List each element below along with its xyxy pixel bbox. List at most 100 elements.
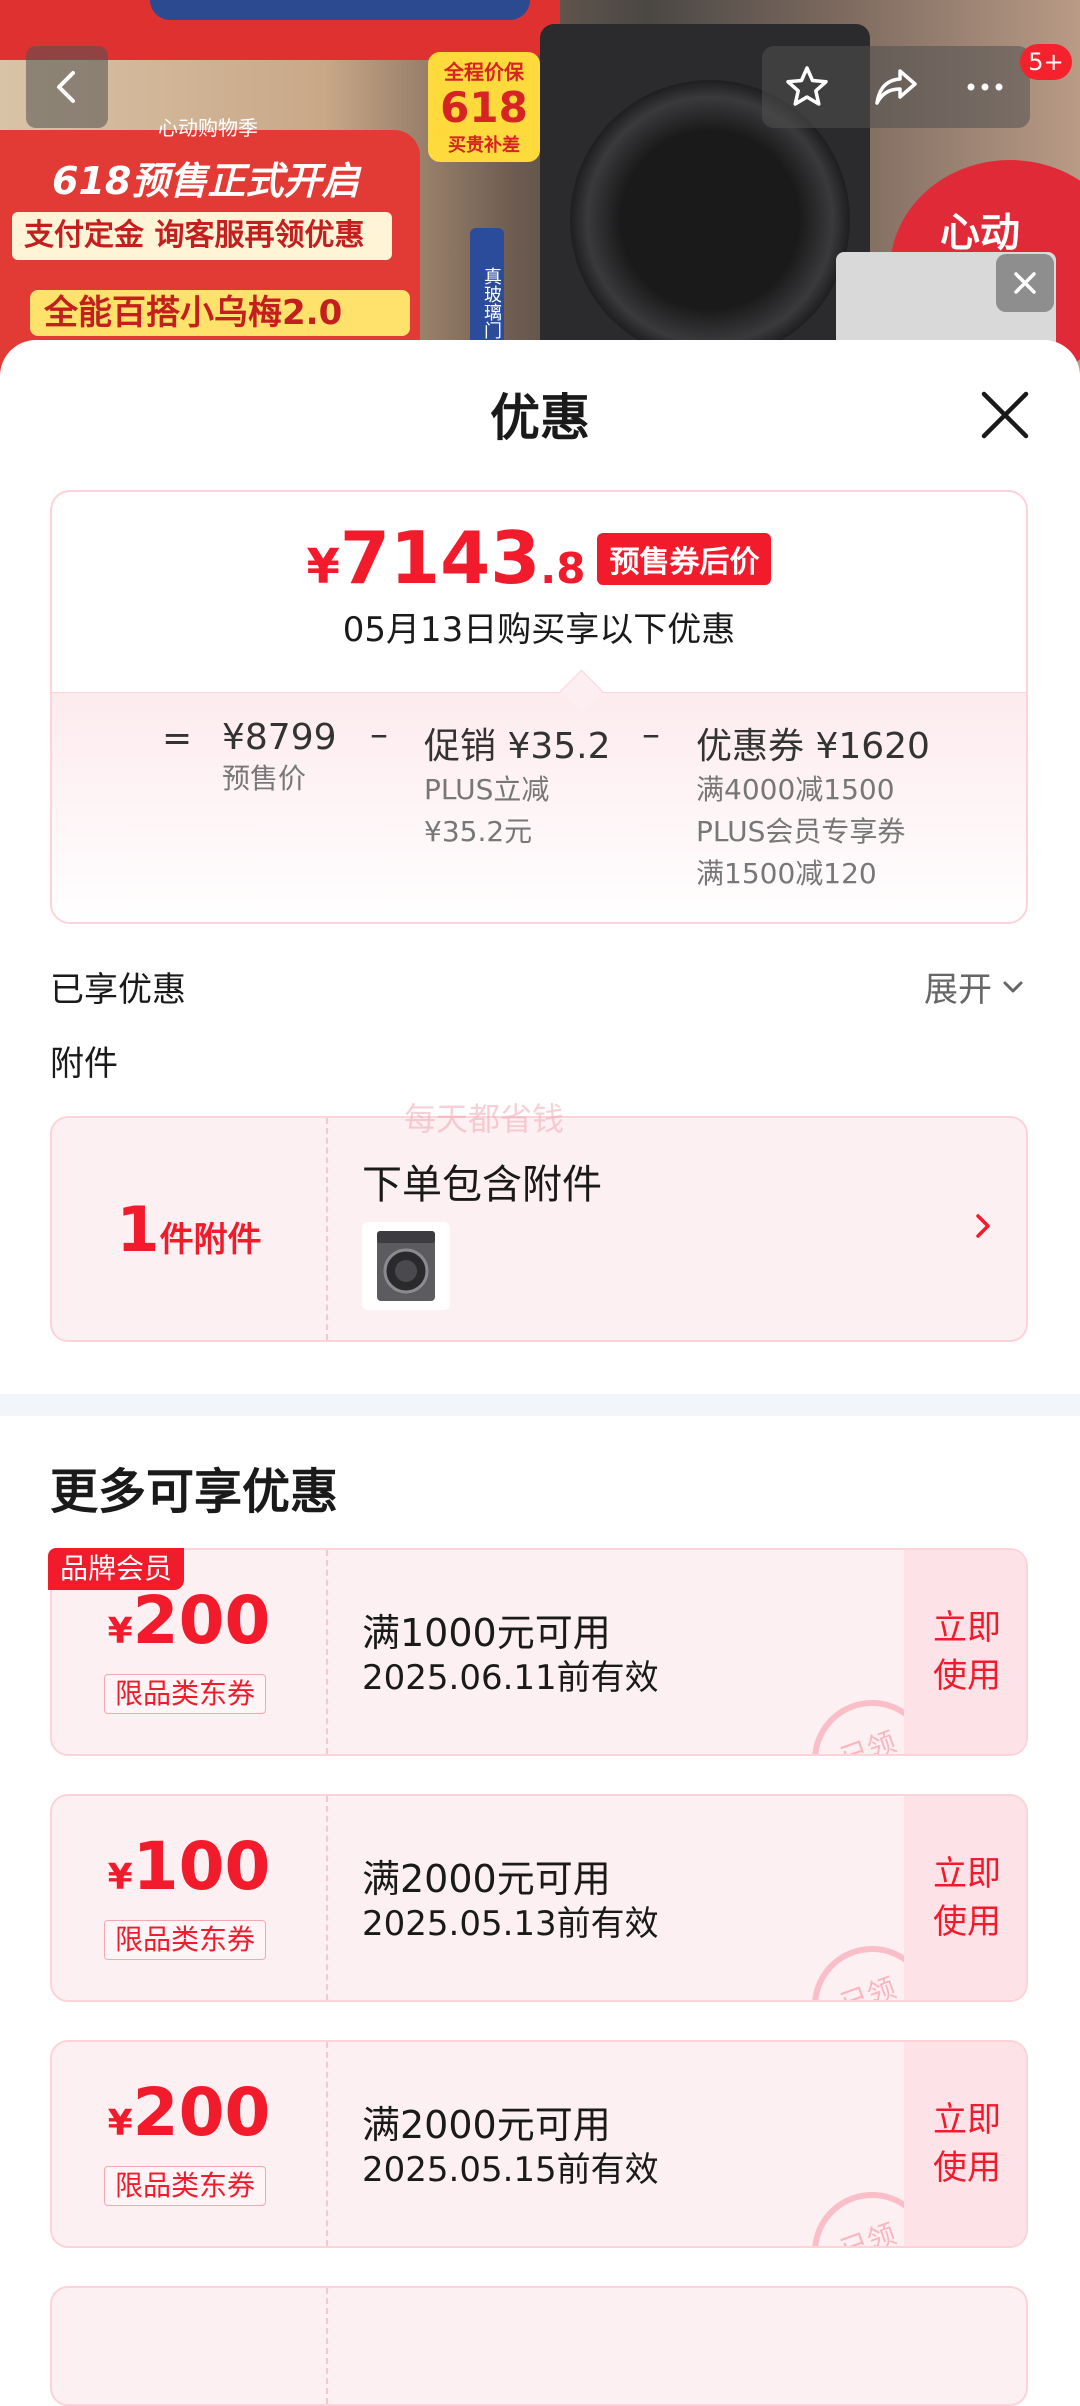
use-now-button[interactable]: 立即 使用 (904, 2042, 1026, 2246)
final-price-tag: 预售券后价 (597, 533, 772, 585)
presale-price: ¥8799 (222, 717, 337, 758)
attachment-arrow (968, 1208, 998, 1248)
more-dots-icon (967, 83, 1003, 91)
use-now-line1: 立即 (933, 1608, 1001, 1648)
use-now-button[interactable]: 立即 使用 (904, 1796, 1026, 2000)
banner-ribbon-blue (150, 0, 530, 20)
coupon-card: ¥100 限品类东券 满2000元可用 2025.05.13前有效 已领 立即 … (50, 1794, 1028, 2002)
coupon-validity: 2025.06.11前有效 (362, 1658, 659, 1698)
coupon-divider (326, 2288, 328, 2404)
sign-line2: 支付定金 询客服再领优惠 (12, 212, 392, 260)
coupon-condition: 满1000元可用 (362, 1611, 611, 1655)
coupon-validity: 2025.05.13前有效 (362, 1904, 659, 1944)
coupon-condition: 满2000元可用 (362, 2103, 611, 2147)
sign-line3: 全能百搭小乌梅2.0 (30, 290, 410, 336)
price-breakdown-card: ¥7143.8 预售券后价 05月13日购买享以下优惠 = ¥8799 预售价 … (50, 490, 1028, 924)
sheet-close-button[interactable] (974, 384, 1036, 446)
enjoyed-discounts-label: 已享优惠 (50, 970, 186, 1010)
use-now-line2: 使用 (933, 1656, 1001, 1696)
final-price-currency: ¥ (306, 539, 340, 595)
final-price: ¥7143.8 (307, 522, 586, 595)
coupon-value: 200 (132, 1582, 271, 1659)
coupon-currency: ¥ (107, 1857, 133, 1898)
washer-thumbnail-icon (377, 1231, 435, 1301)
brand-member-tag: 品牌会员 (48, 1548, 185, 1590)
final-price-integer: 7143 (339, 516, 541, 600)
chevron-left-icon (57, 71, 75, 103)
close-icon (981, 391, 1029, 439)
expand-button[interactable]: 展开 (924, 962, 1028, 1011)
attachment-card[interactable]: 1 件附件 下单包含附件 (50, 1116, 1028, 1342)
coupon-divider (326, 2042, 328, 2246)
attachment-count: 1 件附件 (52, 1118, 326, 1340)
expand-label: 展开 (924, 970, 992, 1010)
presale-block: ¥8799 预售价 (222, 717, 337, 800)
coupon-line1: 满4000减1500 (696, 773, 895, 806)
attachment-section-label: 附件 (50, 1044, 118, 1084)
coupon-card-partial (50, 2286, 1028, 2406)
coupon-line2: PLUS会员专享券 (696, 815, 906, 848)
coupon-card: ¥200 限品类东券 满2000元可用 2025.05.15前有效 已领 立即 … (50, 2040, 1028, 2248)
attachment-thumbnail (362, 1222, 450, 1310)
top-actions (762, 46, 1030, 128)
back-button[interactable] (26, 46, 108, 128)
coupon-block: 优惠券 ¥1620 满4000减1500 PLUS会员专享券 满1500减120 (696, 717, 930, 895)
attachment-divider (326, 1118, 328, 1340)
coupon-amount: ¥200 (52, 2080, 326, 2146)
equals-sign: = (162, 718, 193, 759)
star-icon (785, 66, 828, 106)
final-price-row: ¥7143.8 预售券后价 (52, 522, 1026, 595)
use-now-button[interactable]: 立即 使用 (904, 1550, 1026, 1754)
badge-bottom-text: 买贵补差 (448, 135, 520, 156)
use-now-line2: 使用 (933, 2148, 1001, 2188)
coupon-amount: ¥100 (52, 1834, 326, 1900)
favorite-button[interactable] (782, 62, 832, 112)
presale-label: 预售价 (222, 762, 307, 795)
more-discounts-title: 更多可享优惠 (50, 1464, 339, 1520)
chevron-down-icon (1003, 981, 1023, 992)
coupon-type: 限品类东券 (104, 1920, 266, 1960)
minus-sign-2: – (642, 714, 660, 755)
promo-line2: ¥35.2元 (424, 815, 533, 848)
share-button[interactable] (871, 62, 921, 112)
sign-title: 618预售正式开启 (52, 159, 360, 203)
coupon-line3: 满1500减120 (696, 857, 877, 890)
message-count-badge: 5+ (1020, 44, 1072, 80)
coupon-currency: ¥ (107, 1611, 133, 1652)
share-icon (875, 69, 917, 105)
coupon-currency: ¥ (107, 2103, 133, 2144)
attachment-title: 下单包含附件 (362, 1162, 602, 1208)
coupon-total: 优惠券 ¥1620 (696, 726, 930, 767)
red-circle-text: 心动 (940, 210, 1020, 256)
coupon-left: ¥100 限品类东券 (52, 1796, 326, 2000)
close-icon (1014, 272, 1036, 294)
promo-amount: 促销 ¥35.2 (424, 726, 611, 767)
coupon-amount: ¥200 (52, 1588, 326, 1654)
coupon-type: 限品类东券 (104, 1674, 266, 1714)
section-divider (0, 1394, 1080, 1416)
more-button[interactable] (960, 62, 1010, 112)
coupon-left: ¥200 限品类东券 (52, 2042, 326, 2246)
coupon-divider (326, 1550, 328, 1754)
use-now-line2: 使用 (933, 1902, 1001, 1942)
badge-top-text: 全程价保 (444, 60, 524, 84)
attachment-count-unit: 件附件 (159, 1219, 262, 1260)
price-protect-badge: 全程价保 618 买贵补差 (428, 52, 540, 162)
coupon-divider (326, 1796, 328, 2000)
coupon-value: 100 (132, 1828, 271, 1905)
chevron-right-icon (976, 1214, 990, 1238)
use-now-line1: 立即 (933, 1854, 1001, 1894)
promo-block: 促销 ¥35.2 PLUS立减 ¥35.2元 (424, 717, 611, 853)
coupon-value: 200 (132, 2074, 271, 2151)
final-price-decimal: .8 (540, 544, 586, 593)
promo-line1: PLUS立减 (424, 773, 550, 806)
attachment-count-number: 1 (116, 1192, 160, 1266)
float-video-close-button[interactable] (996, 254, 1054, 312)
coupon-card: ¥200 限品类东券 满1000元可用 2025.06.11前有效 已领 立即 … (50, 1548, 1028, 1756)
badge-mid-text: 618 (440, 83, 528, 132)
sheet-title: 优惠 (490, 389, 590, 447)
sign-brand: 心动购物季 (158, 116, 258, 140)
coupon-type: 限品类东券 (104, 2166, 266, 2206)
watermark-text: 每天都省钱 (404, 1100, 565, 1138)
final-price-subtitle: 05月13日购买享以下优惠 (342, 610, 736, 650)
